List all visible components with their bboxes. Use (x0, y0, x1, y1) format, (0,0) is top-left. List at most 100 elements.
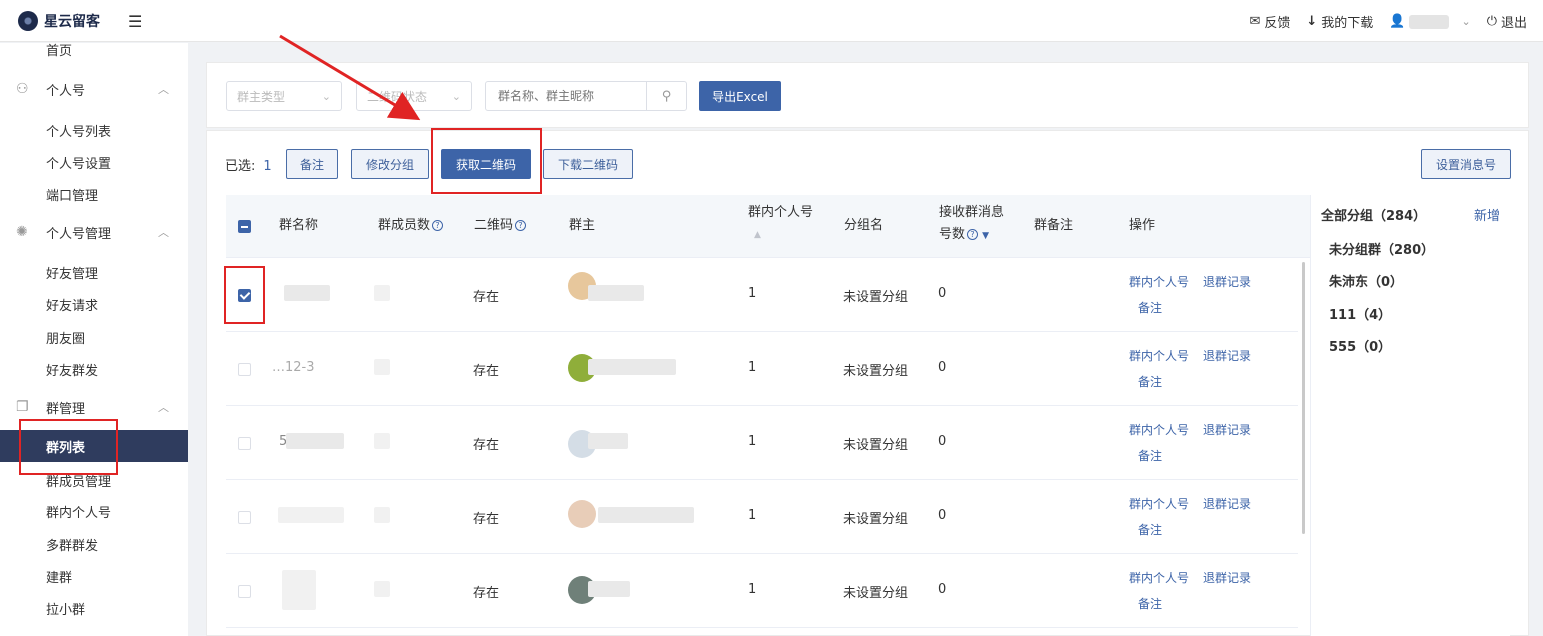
select-all-checkbox[interactable] (238, 220, 251, 233)
sidebar-item-personal-list[interactable]: 个人号列表 (0, 114, 188, 146)
quit-record-link[interactable]: 退群记录 (1203, 273, 1251, 290)
sidebar-item-personal-settings[interactable]: 个人号设置 (0, 146, 188, 178)
chevron-down-icon: ⌄ (451, 89, 461, 103)
remark-link[interactable]: 备注 (1138, 521, 1162, 538)
group-category: 未设置分组 (843, 290, 909, 305)
member-count-redacted (374, 507, 390, 523)
member-count-redacted (374, 359, 390, 375)
help-icon[interactable]: ? (432, 220, 444, 231)
item-label: 多群群发 (46, 538, 99, 554)
inner-accounts-link[interactable]: 群内个人号 (1129, 569, 1189, 586)
all-groups-title[interactable]: 全部分组（284） (1321, 205, 1426, 224)
remark-button[interactable]: 备注 (286, 149, 338, 179)
group-category-item[interactable]: 朱沛东（0） (1329, 271, 1403, 290)
sort-icon[interactable]: ▲ (748, 224, 813, 246)
quit-record-link[interactable]: 退群记录 (1203, 421, 1251, 438)
table-scrollbar[interactable] (1302, 262, 1305, 534)
table-row: 存在 1 未设置分组 0 群内个人号 退群记录 备注 (226, 480, 1298, 554)
set-message-account-button[interactable]: 设置消息号 (1421, 149, 1511, 179)
owner-avatar (568, 500, 596, 528)
header-group-category: 分组名 (844, 218, 884, 233)
feedback-button[interactable]: ✉ 反馈 (1249, 12, 1290, 31)
logout-button[interactable]: ⏻ 退出 (1487, 12, 1527, 31)
item-label: 好友群发 (46, 363, 99, 379)
selected-info: 已选: 1 (225, 155, 272, 174)
sidebar-item-port-management[interactable]: 端口管理 (0, 178, 188, 210)
logo-icon (18, 11, 38, 31)
export-excel-button[interactable]: 导出Excel (699, 81, 781, 111)
inner-accounts-link[interactable]: 群内个人号 (1129, 495, 1189, 512)
sidebar-item-multi-group-broadcast[interactable]: 多群群发 (0, 528, 188, 560)
app-logo[interactable]: 星云留客 (18, 11, 100, 31)
sidebar-item-moments[interactable]: 朋友圈 (0, 321, 188, 353)
username-redacted (1409, 14, 1450, 29)
download-qr-code-button[interactable]: 下载二维码 (543, 149, 633, 179)
inner-accounts-link[interactable]: 群内个人号 (1129, 347, 1189, 364)
receive-msg-count: 0 (938, 508, 947, 523)
inner-accounts-link[interactable]: 群内个人号 (1129, 421, 1189, 438)
table-row: 5 存在 1 未设置分组 0 群内个人号 退群记录 备注 (226, 406, 1298, 480)
sidebar-item-friend-management[interactable]: 好友管理 (0, 256, 188, 288)
row-checkbox[interactable] (238, 437, 251, 450)
sidebar-group-personal-management[interactable]: ✺ 个人号管理 ︿ (0, 216, 188, 248)
qr-status: 存在 (473, 586, 500, 601)
owner-name-redacted (588, 581, 630, 597)
inner-account-count: 1 (748, 360, 757, 375)
quit-record-link[interactable]: 退群记录 (1203, 495, 1251, 512)
group-name-redacted (286, 433, 344, 449)
header-label: 群内个人号 (748, 205, 814, 220)
group-category: 未设置分组 (843, 364, 909, 379)
sidebar-item-home[interactable]: 首页 (0, 33, 188, 65)
receive-msg-count: 0 (938, 286, 947, 301)
header-inner-accounts[interactable]: 群内个人号 ▲ (748, 202, 813, 246)
sort-icon[interactable]: ▼ (982, 231, 989, 241)
header-member-count: 群成员数? (378, 215, 444, 237)
inner-account-count: 1 (748, 434, 757, 449)
qr-status: 存在 (473, 290, 500, 305)
sidebar-item-friend-requests[interactable]: 好友请求 (0, 288, 188, 320)
remark-link[interactable]: 备注 (1138, 373, 1162, 390)
item-label: 好友管理 (46, 266, 99, 282)
sidebar-item-friend-broadcast[interactable]: 好友群发 (0, 353, 188, 385)
item-label: 拉小群 (46, 602, 86, 618)
aperture-icon: ✺ (16, 224, 28, 240)
help-icon[interactable]: ? (967, 229, 979, 240)
add-group-link[interactable]: 新增 (1474, 205, 1500, 224)
inner-account-count: 1 (748, 508, 757, 523)
sidebar-item-group-inner-accounts[interactable]: 群内个人号 (0, 495, 188, 527)
group-name-redacted (284, 285, 330, 301)
search-icon[interactable]: ⚲ (646, 82, 686, 110)
menu-toggle-icon[interactable]: ☰ (128, 12, 142, 31)
row-checkbox[interactable] (238, 511, 251, 524)
receive-msg-count: 0 (938, 582, 947, 597)
owner-name-redacted (588, 359, 676, 375)
group-name-partial: …12-3 (272, 360, 315, 375)
row-checkbox[interactable] (238, 363, 251, 376)
copy-icon: ❐ (16, 399, 29, 415)
my-downloads-button[interactable]: ↓ 我的下载 (1306, 12, 1373, 31)
quit-record-link[interactable]: 退群记录 (1203, 569, 1251, 586)
group-label: 个人号管理 (46, 226, 112, 242)
quit-record-link[interactable]: 退群记录 (1203, 347, 1251, 364)
user-menu[interactable]: 👤 ⌄ (1389, 14, 1470, 29)
sidebar-item-create-group[interactable]: 建群 (0, 560, 188, 592)
group-category-item[interactable]: 555（0） (1329, 336, 1391, 355)
row-checkbox[interactable] (238, 585, 251, 598)
sidebar-group-personal[interactable]: ⚇ 个人号 ︿ (0, 73, 188, 105)
remark-link[interactable]: 备注 (1138, 447, 1162, 464)
qr-status: 存在 (473, 364, 500, 379)
search-input[interactable] (486, 83, 646, 109)
change-group-button[interactable]: 修改分组 (351, 149, 429, 179)
sidebar-item-pull-small-group[interactable]: 拉小群 (0, 592, 188, 624)
chevron-down-icon: ⌄ (1461, 15, 1471, 28)
remark-link[interactable]: 备注 (1138, 595, 1162, 612)
group-category: 未设置分组 (843, 438, 909, 453)
inner-accounts-link[interactable]: 群内个人号 (1129, 273, 1189, 290)
group-category-item[interactable]: 未分组群（280） (1329, 239, 1434, 258)
header-group-name: 群名称 (279, 218, 319, 233)
header-owner: 群主 (569, 218, 596, 233)
group-category-item[interactable]: 111（4） (1329, 304, 1391, 323)
remark-link[interactable]: 备注 (1138, 299, 1162, 316)
header-receive-msg-count[interactable]: 接收群消息 号数? ▼ (939, 202, 1004, 247)
help-icon[interactable]: ? (515, 220, 527, 231)
